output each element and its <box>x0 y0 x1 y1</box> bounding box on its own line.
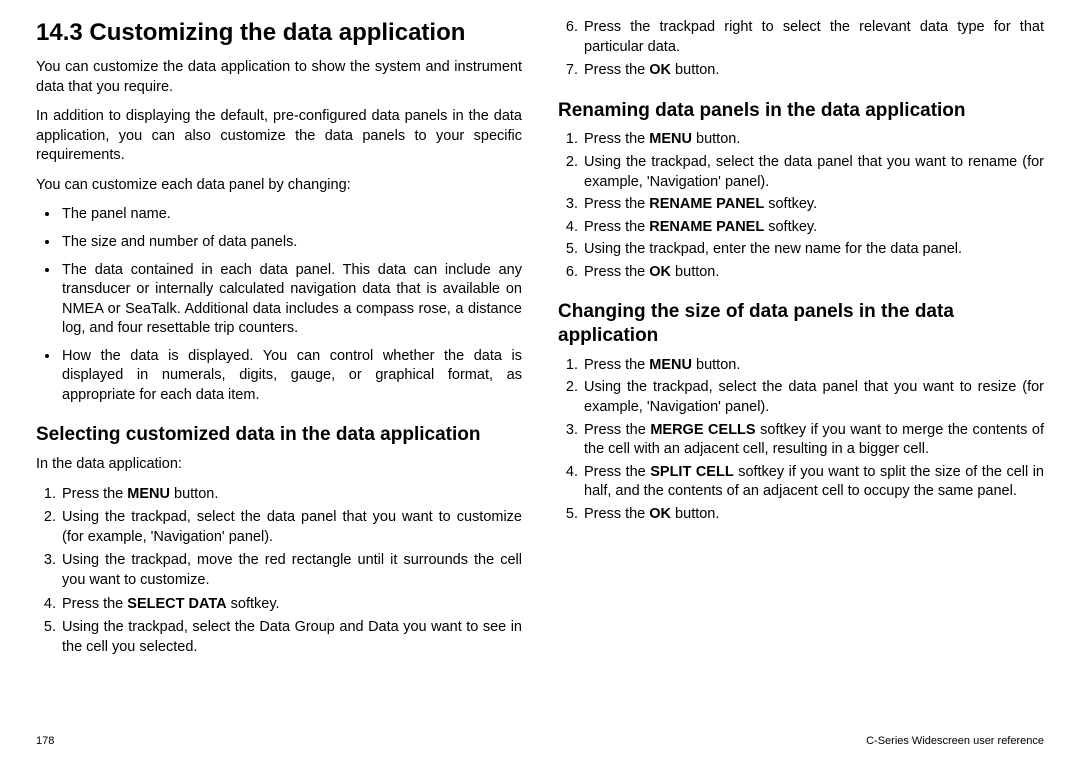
para-intro-1: You can customize the data application t… <box>36 58 522 97</box>
para-selecting-intro: In the data application: <box>36 455 522 475</box>
step-item: Press the MERGE CELLS softkey if you wan… <box>582 421 1044 460</box>
steps-resizing: Press the MENU button. Using the trackpa… <box>558 356 1044 525</box>
step-item: Press the MENU button. <box>582 356 1044 376</box>
step-item: Using the trackpad, move the red rectang… <box>60 551 522 590</box>
para-intro-3: You can customize each data panel by cha… <box>36 176 522 196</box>
step-item: Press the OK button. <box>582 61 1044 81</box>
steps-renaming: Press the MENU button. Using the trackpa… <box>558 130 1044 282</box>
step-item: Press the RENAME PANEL softkey. <box>582 218 1044 238</box>
step-item: Press the MENU button. <box>60 485 522 505</box>
footer-reference: C-Series Widescreen user reference <box>866 735 1044 747</box>
subheading-resizing: Changing the size of data panels in the … <box>558 300 1044 348</box>
bullet-item: How the data is displayed. You can contr… <box>60 347 522 406</box>
subheading-selecting: Selecting customized data in the data ap… <box>36 423 522 447</box>
step-item: Press the SELECT DATA softkey. <box>60 595 522 615</box>
step-item: Using the trackpad, select the Data Grou… <box>60 618 522 657</box>
step-item: Press the trackpad right to select the r… <box>582 18 1044 57</box>
page-footer: 178 C-Series Widescreen user reference <box>36 735 1044 747</box>
bullet-list: The panel name. The size and number of d… <box>36 205 522 405</box>
step-item: Press the OK button. <box>582 263 1044 283</box>
step-item: Using the trackpad, select the data pane… <box>60 508 522 547</box>
bullet-item: The panel name. <box>60 205 522 225</box>
step-item: Using the trackpad, enter the new name f… <box>582 240 1044 260</box>
step-item: Press the RENAME PANEL softkey. <box>582 195 1044 215</box>
step-item: Press the MENU button. <box>582 130 1044 150</box>
step-item: Press the OK button. <box>582 505 1044 525</box>
bullet-item: The data contained in each data panel. T… <box>60 261 522 339</box>
para-intro-2: In addition to displaying the default, p… <box>36 107 522 166</box>
page-content: 14.3 Customizing the data application Yo… <box>36 18 1044 698</box>
page-number: 178 <box>36 735 54 747</box>
bullet-item: The size and number of data panels. <box>60 233 522 253</box>
step-item: Press the SPLIT CELL softkey if you want… <box>582 463 1044 502</box>
section-heading: 14.3 Customizing the data application <box>36 18 522 48</box>
subheading-renaming: Renaming data panels in the data applica… <box>558 99 1044 123</box>
step-item: Using the trackpad, select the data pane… <box>582 153 1044 192</box>
step-item: Using the trackpad, select the data pane… <box>582 378 1044 417</box>
